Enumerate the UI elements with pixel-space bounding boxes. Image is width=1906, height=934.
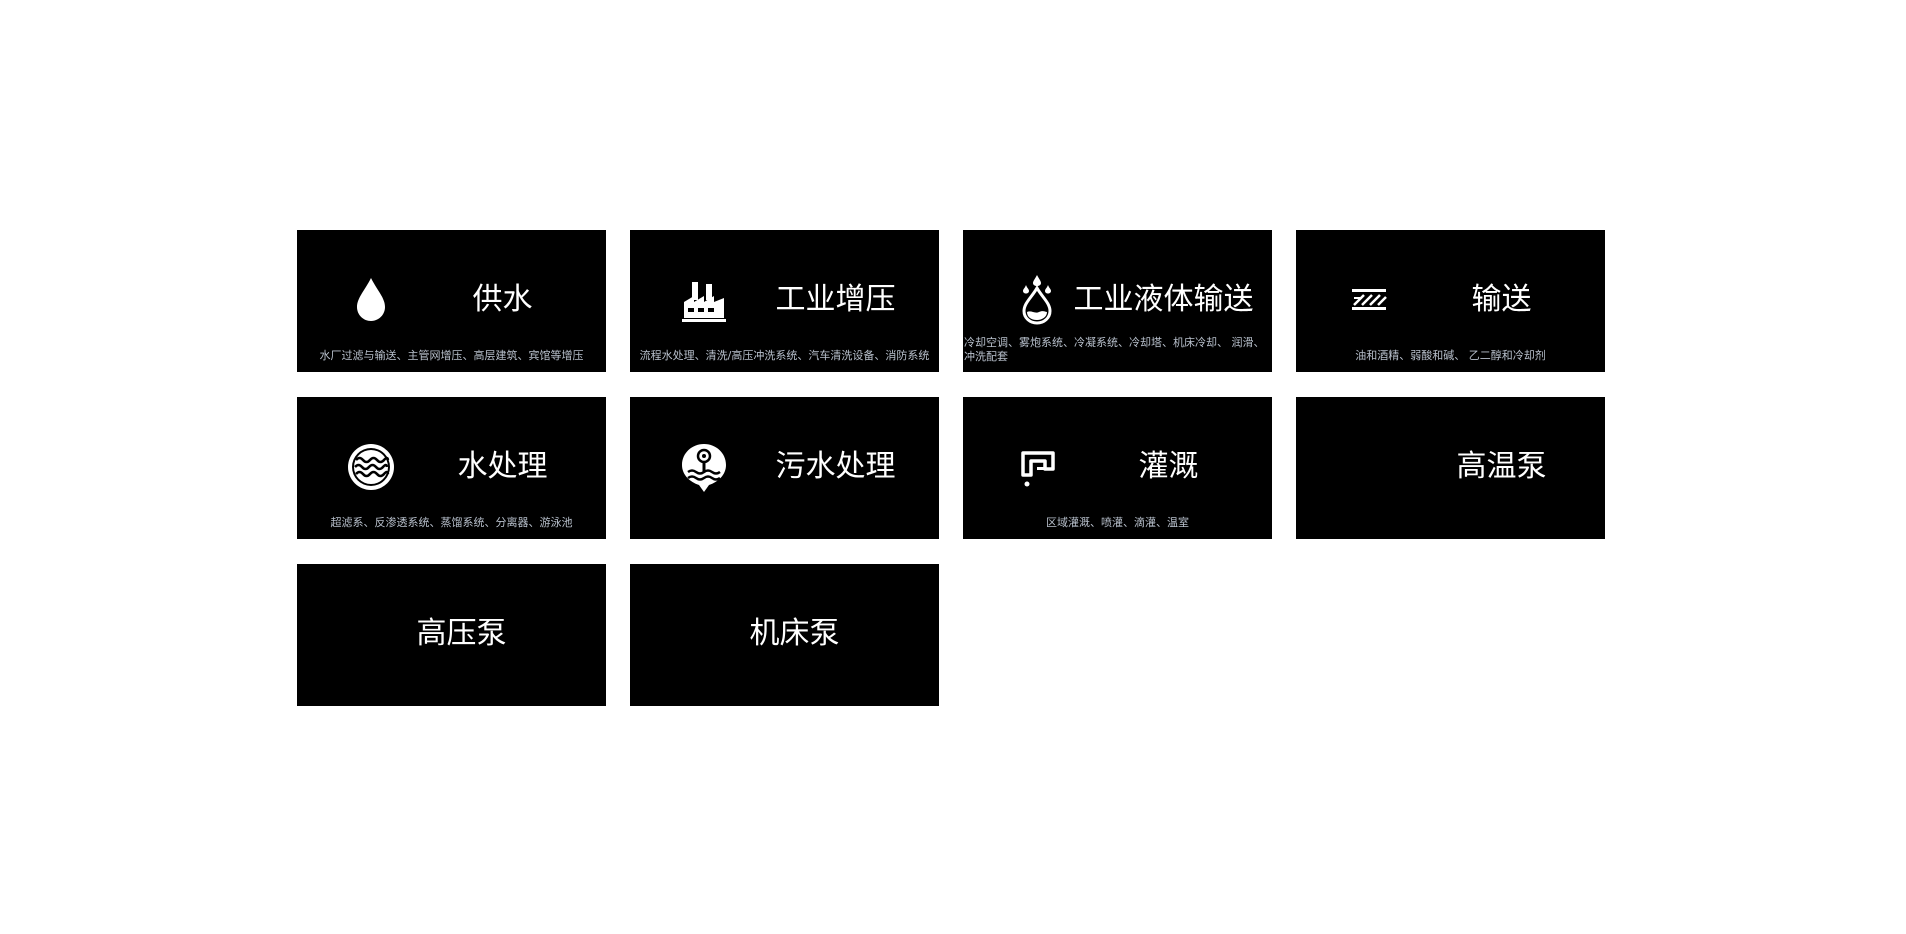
card-description: 油和酒精、弱酸和碱、 乙二醇和冷却剂 — [1355, 349, 1546, 362]
card-description: 超滤系、反渗透系统、蒸馏系统、分离器、游泳池 — [330, 516, 573, 529]
card-title: 高温泵 — [1456, 449, 1547, 484]
card-title: 供水 — [472, 282, 533, 317]
card-irrigation[interactable]: 灌溉 区域灌溉、喷灌、滴灌、温室 — [963, 397, 1272, 539]
card-title: 高压泵 — [416, 616, 507, 651]
liquid-drops-icon — [1011, 274, 1063, 326]
factory-icon — [678, 274, 730, 326]
card-description: 水厂过滤与输送、主管网增压、高层建筑、宾馆等增压 — [319, 349, 584, 362]
card-sewage-treatment[interactable]: 污水处理 — [630, 397, 939, 539]
card-title: 灌溉 — [1138, 449, 1199, 484]
card-transfer[interactable]: 输送 油和酒精、弱酸和碱、 乙二醇和冷却剂 — [1296, 230, 1605, 372]
card-title: 机床泵 — [749, 616, 840, 651]
faucet-icon — [1011, 441, 1063, 493]
card-high-temp-pump[interactable]: 高温泵 — [1296, 397, 1605, 539]
card-title: 工业增压 — [775, 282, 896, 317]
card-description: 冷却空调、雾炮系统、冷凝系统、冷却塔、机床冷却、 润滑、冲洗配套 — [964, 336, 1265, 363]
card-title: 水处理 — [457, 449, 548, 484]
card-title: 输送 — [1471, 282, 1532, 317]
card-water-treatment[interactable]: 水处理 超滤系、反渗透系统、蒸馏系统、分离器、游泳池 — [297, 397, 606, 539]
card-description: 区域灌溉、喷灌、滴灌、温室 — [1046, 516, 1189, 529]
card-title: 污水处理 — [775, 449, 896, 484]
card-title: 工业液体输送 — [1073, 282, 1254, 317]
water-drop-icon — [345, 274, 397, 326]
card-description: 流程水处理、清洗/高压冲洗系统、汽车清洗设备、消防系统 — [639, 349, 930, 362]
card-machine-tool-pump[interactable]: 机床泵 — [630, 564, 939, 706]
pipeline-icon — [1344, 274, 1396, 326]
application-grid: 供水 水厂过滤与输送、主管网增压、高层建筑、宾馆等增压 工业增压 流程水处理、清… — [297, 230, 1607, 706]
card-high-pressure-pump[interactable]: 高压泵 — [297, 564, 606, 706]
water-waves-icon — [345, 441, 397, 493]
card-water-supply[interactable]: 供水 水厂过滤与输送、主管网增压、高层建筑、宾馆等增压 — [297, 230, 606, 372]
card-industrial-boost[interactable]: 工业增压 流程水处理、清洗/高压冲洗系统、汽车清洗设备、消防系统 — [630, 230, 939, 372]
sewage-treatment-icon — [678, 441, 730, 493]
card-industrial-liquid-transfer[interactable]: 工业液体输送 冷却空调、雾炮系统、冷凝系统、冷却塔、机床冷却、 润滑、冲洗配套 — [963, 230, 1272, 372]
